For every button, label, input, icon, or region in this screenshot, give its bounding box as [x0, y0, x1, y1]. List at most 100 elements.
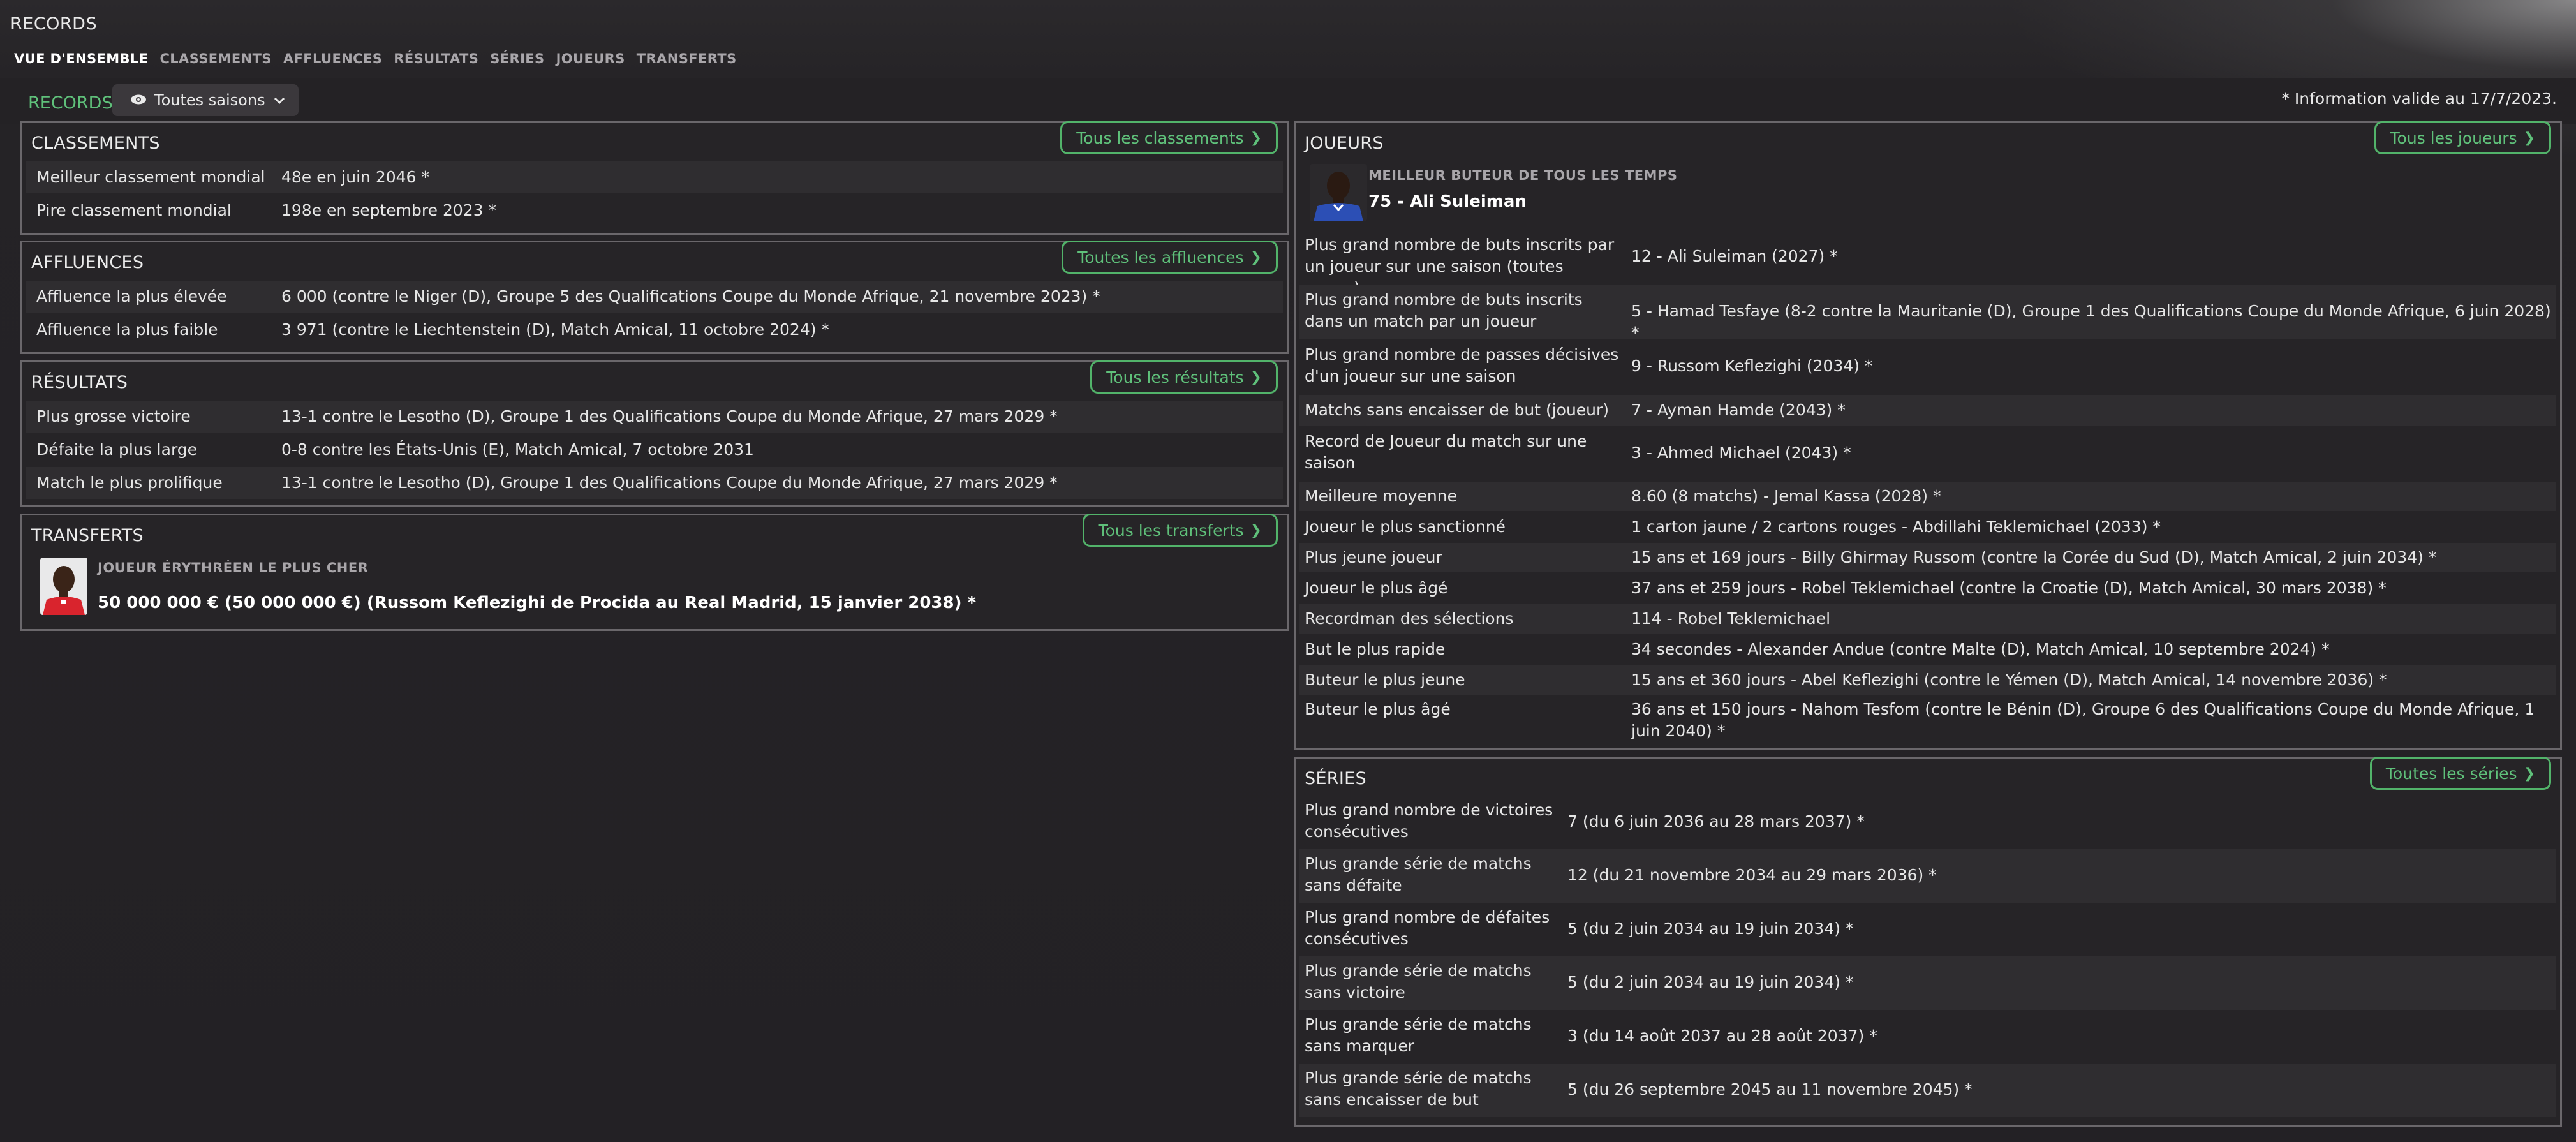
row-value: 3 971 (contre le Liechtenstein (D), Matc…: [281, 320, 829, 339]
row-label: Plus grande série de matchs sans marquer: [1305, 1015, 1532, 1055]
classements-title: CLASSEMENTS: [31, 133, 160, 153]
tab-vue-ensemble[interactable]: VUE D'ENSEMBLE: [14, 51, 148, 66]
table-row: Plus grand nombre de défaites consécutiv…: [1299, 903, 2556, 956]
affluences-panel: AFFLUENCES Toutes les affluences ❯ Afflue…: [20, 241, 1289, 354]
row-label: Affluence la plus élevée: [36, 287, 227, 306]
table-row: Plus grande série de matchs sans victoir…: [1299, 956, 2556, 1010]
row-label: Plus grosse victoire: [36, 407, 191, 426]
tab-joueurs[interactable]: JOUEURS: [556, 51, 625, 66]
tab-resultats[interactable]: RÉSULTATS: [394, 51, 478, 66]
tab-classements[interactable]: CLASSEMENTS: [159, 51, 271, 66]
tab-series[interactable]: SÉRIES: [490, 51, 544, 66]
table-row: Recordman des sélections 114 - Robel Tek…: [1299, 604, 2556, 634]
row-label: Plus grand nombre de buts inscrits dans …: [1305, 290, 1583, 330]
row-value: 13-1 contre le Lesotho (D), Groupe 1 des…: [281, 407, 1058, 426]
table-row: Plus grand nombre de buts inscrits par u…: [1299, 230, 2556, 297]
table-row: Plus grand nombre de buts inscrits dans …: [1299, 285, 2556, 342]
table-row: Plus grande série de matchs sans défaite…: [1299, 849, 2556, 903]
tab-affluences[interactable]: AFFLUENCES: [283, 51, 382, 66]
table-row: Matchs sans encaisser de but (joueur) 7 …: [1299, 395, 2556, 426]
table-row: Affluence la plus faible 3 971 (contre l…: [26, 314, 1283, 346]
joueurs-title: JOUEURS: [1305, 133, 1384, 153]
row-label: Plus grande série de matchs sans défaite: [1305, 854, 1532, 894]
table-row: Plus grosse victoire 13-1 contre le Leso…: [26, 401, 1283, 433]
row-label: Buteur le plus jeune: [1305, 671, 1465, 689]
row-label: Buteur le plus âgé: [1305, 700, 1451, 718]
row-value: 15 ans et 360 jours - Abel Keflezighi (c…: [1631, 671, 2387, 689]
row-value: 34 secondes - Alexander Andue (contre Ma…: [1631, 640, 2330, 658]
chevron-right-icon: ❯: [2523, 130, 2535, 146]
row-value: 5 (du 26 septembre 2045 au 11 novembre 2…: [1567, 1080, 1973, 1099]
row-value: 0-8 contre les États-Unis (E), Match Ami…: [281, 440, 754, 459]
tab-transferts[interactable]: TRANSFERTS: [637, 51, 737, 66]
table-row: Plus grande série de matchs sans encaiss…: [1299, 1064, 2556, 1117]
row-label: Matchs sans encaisser de but (joueur): [1305, 401, 1610, 419]
table-row: Plus grand nombre de victoires consécuti…: [1299, 796, 2556, 849]
joueurs-panel: JOUEURS Tous les joueurs ❯ MEILLEUR BUTEU…: [1294, 121, 2562, 750]
player-photo[interactable]: [40, 558, 87, 615]
row-value: 36 ans et 150 jours - Nahom Tesfom (cont…: [1631, 700, 2535, 740]
chevron-right-icon: ❯: [2523, 765, 2535, 782]
all-transferts-label: Tous les transferts: [1098, 521, 1244, 540]
top-scorer-caption: MEILLEUR BUTEUR DE TOUS LES TEMPS: [1368, 168, 1678, 183]
row-label: Meilleure moyenne: [1305, 487, 1457, 505]
row-value: 13-1 contre le Lesotho (D), Groupe 1 des…: [281, 473, 1058, 492]
page-title: RECORDS: [10, 14, 98, 34]
row-value: 114 - Robel Teklemichael: [1631, 609, 1831, 628]
table-row: Meilleure moyenne 8.60 (8 matchs) - Jema…: [1299, 482, 2556, 511]
row-value: 3 - Ahmed Michael (2043) *: [1631, 443, 1851, 462]
chevron-down-icon: [273, 91, 286, 109]
resultats-title: RÉSULTATS: [31, 373, 128, 392]
table-row: Joueur le plus sanctionné 1 carton jaune…: [1299, 512, 2556, 542]
table-row: Pire classement mondial 198e en septembr…: [26, 195, 1283, 226]
eye-icon: [130, 91, 147, 109]
table-row: Plus grand nombre de passes décisives d'…: [1299, 340, 2556, 394]
all-joueurs-label: Tous les joueurs: [2390, 128, 2517, 147]
row-value: 5 - Hamad Tesfaye (8-2 contre la Maurita…: [1631, 302, 2551, 342]
row-label: Joueur le plus sanctionné: [1305, 517, 1506, 536]
row-value: 198e en septembre 2023 *: [281, 201, 497, 219]
transferts-panel: TRANSFERTS Tous les transferts ❯ JOUEUR É…: [20, 514, 1289, 631]
table-row: Match le plus prolifique 13-1 contre le …: [26, 467, 1283, 499]
row-value: 8.60 (8 matchs) - Jemal Kassa (2028) *: [1631, 487, 1941, 505]
chevron-right-icon: ❯: [1250, 130, 1262, 146]
row-value: 6 000 (contre le Niger (D), Groupe 5 des…: [281, 287, 1100, 306]
all-resultats-button[interactable]: Tous les résultats ❯: [1090, 360, 1278, 394]
row-label: Plus jeune joueur: [1305, 548, 1442, 567]
row-label: Plus grand nombre de défaites consécutiv…: [1305, 908, 1550, 948]
table-row: Buteur le plus âgé 36 ans et 150 jours -…: [1299, 696, 2556, 746]
transferts-title: TRANSFERTS: [31, 526, 144, 545]
row-value: 12 - Ali Suleiman (2027) *: [1631, 247, 1838, 265]
row-label: But le plus rapide: [1305, 640, 1446, 658]
all-affluences-button[interactable]: Toutes les affluences ❯: [1062, 241, 1278, 274]
top-scorer-value[interactable]: 75 - Ali Suleiman: [1368, 192, 1527, 211]
all-series-button[interactable]: Toutes les séries ❯: [2369, 757, 2551, 790]
season-dropdown[interactable]: Toutes saisons: [112, 84, 299, 116]
all-transferts-button[interactable]: Tous les transferts ❯: [1082, 514, 1278, 547]
all-classements-label: Tous les classements: [1076, 128, 1244, 147]
table-row: Plus grande série de matchs sans marquer…: [1299, 1010, 2556, 1064]
table-row: Record de Joueur du match sur une saison…: [1299, 427, 2556, 480]
all-resultats-label: Tous les résultats: [1106, 367, 1244, 387]
row-label: Record de Joueur du match sur une saison: [1305, 432, 1587, 472]
row-label: Meilleur classement mondial: [36, 168, 265, 186]
chevron-right-icon: ❯: [1250, 522, 1262, 538]
row-value: 7 - Ayman Hamde (2043) *: [1631, 401, 1846, 419]
row-label: Plus grand nombre de passes décisives d'…: [1305, 345, 1619, 385]
all-series-label: Toutes les séries: [2385, 764, 2517, 783]
all-affluences-label: Toutes les affluences: [1077, 248, 1244, 267]
player-photo[interactable]: [1310, 164, 1367, 221]
row-label: Plus grand nombre de victoires consécuti…: [1305, 801, 1553, 841]
table-row: Joueur le plus âgé 37 ans et 259 jours -…: [1299, 574, 2556, 603]
season-dropdown-value: Toutes saisons: [154, 91, 265, 109]
row-label: Défaite la plus large: [36, 440, 198, 459]
row-value: 7 (du 6 juin 2036 au 28 mars 2037) *: [1567, 812, 1865, 831]
series-title: SÉRIES: [1305, 769, 1366, 789]
row-value: 12 (du 21 novembre 2034 au 29 mars 2036)…: [1567, 866, 1937, 884]
row-value: 9 - Russom Keflezighi (2034) *: [1631, 357, 1873, 375]
row-value: 3 (du 14 août 2037 au 28 août 2037) *: [1567, 1027, 1877, 1045]
all-joueurs-button[interactable]: Tous les joueurs ❯: [2374, 121, 2551, 154]
table-row: But le plus rapide 34 secondes - Alexand…: [1299, 635, 2556, 664]
all-classements-button[interactable]: Tous les classements ❯: [1060, 121, 1278, 154]
row-value: 5 (du 2 juin 2034 au 19 juin 2034) *: [1567, 973, 1854, 991]
